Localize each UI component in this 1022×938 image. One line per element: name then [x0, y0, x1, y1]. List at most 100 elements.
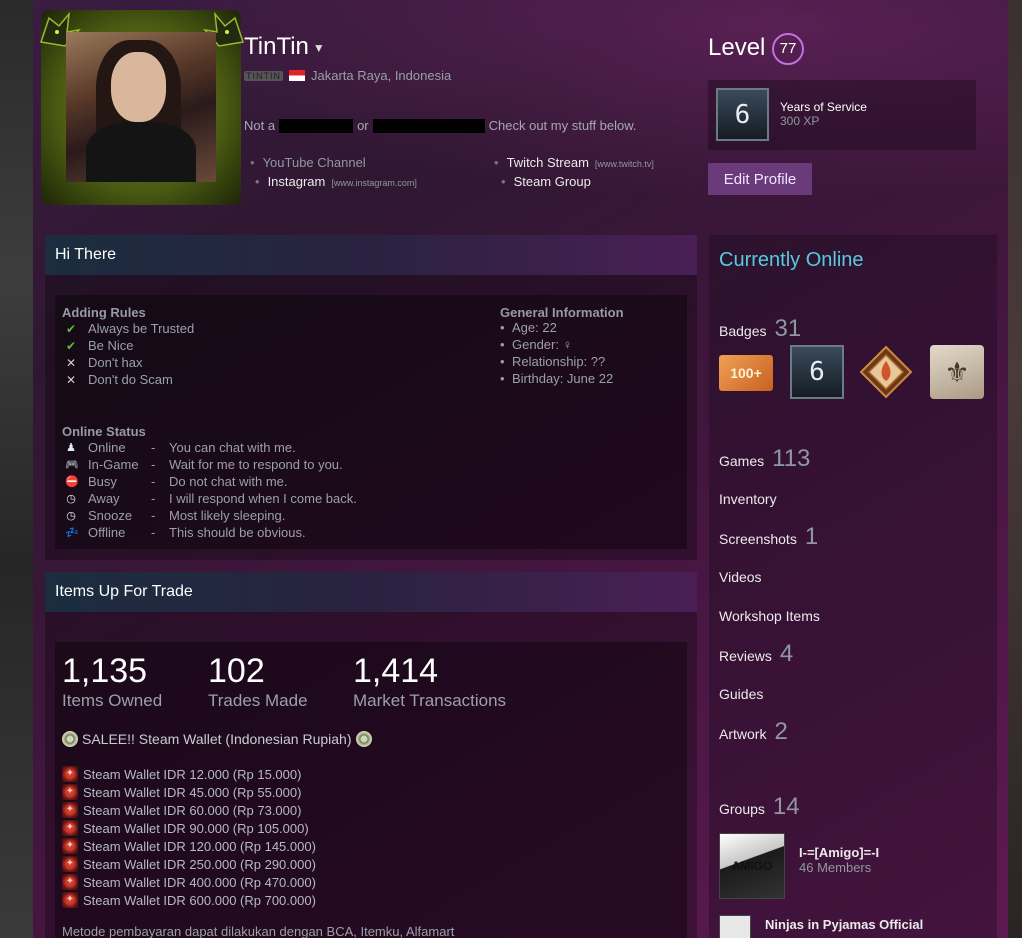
payment-methods: Metode pembayaran dapat dilakukan dengan…	[62, 924, 455, 938]
groups-link[interactable]: Groups 14	[719, 793, 800, 821]
rule-text: Don't do Scam	[88, 372, 173, 387]
bullet: •	[500, 337, 505, 352]
group-item[interactable]: Ninjas in Pyjamas Official	[719, 915, 923, 938]
gamepad-icon: 🎮	[65, 459, 79, 471]
stat-items-owned[interactable]: 1,135 Items Owned	[62, 652, 162, 711]
group-name[interactable]: I-=[Amigo]=-I	[799, 845, 879, 860]
wallet-item-text: Steam Wallet IDR 600.000 (Rp 700.000)	[83, 892, 316, 908]
chevron-down-icon[interactable]: ▼	[313, 41, 325, 55]
link-instagram[interactable]: • Instagram [www.instagram.com]	[255, 174, 417, 189]
diamond-badge-icon[interactable]	[859, 345, 913, 399]
status-desc: Most likely sleeping.	[169, 508, 286, 523]
info-text: Gender: ♀	[512, 337, 573, 352]
bullet: •	[494, 155, 499, 170]
info-item: • Gender: ♀	[500, 337, 624, 354]
stat-market-transactions[interactable]: 1,414 Market Transactions	[353, 652, 506, 711]
link-label[interactable]: Instagram	[268, 174, 326, 189]
info-text: Relationship: ??	[512, 354, 606, 369]
badge-100-plus-icon[interactable]: 100+	[719, 355, 773, 391]
group-item[interactable]: AMIGO I-=[Amigo]=-I 46 Members	[719, 833, 879, 899]
stat-trades-made[interactable]: 102 Trades Made	[208, 652, 308, 711]
wallet-emblem-icon: ✦	[62, 838, 78, 854]
coin-icon	[62, 731, 78, 747]
location: Jakarta Raya, Indonesia	[311, 68, 452, 83]
dash: -	[151, 440, 156, 455]
link-count: 14	[772, 793, 800, 820]
avatar-frame	[40, 10, 244, 205]
background-left	[0, 0, 33, 938]
rule-item: ✕ Don't do Scam	[62, 371, 194, 388]
status-desc: I will respond when I come back.	[169, 491, 357, 506]
dash: -	[151, 457, 156, 472]
link-count: 31	[774, 315, 802, 342]
list-item: ✦ Steam Wallet IDR 400.000 (Rp 470.000)	[62, 873, 316, 891]
guides-link[interactable]: Guides	[719, 686, 763, 702]
rule-item: ✕ Don't hax	[62, 354, 194, 371]
checkmark-icon: ✔	[65, 321, 77, 336]
link-label: Inventory	[719, 491, 777, 507]
persona-name[interactable]: TinTin ▼	[244, 33, 325, 61]
wallet-item-text: Steam Wallet IDR 400.000 (Rp 470.000)	[83, 874, 316, 890]
years-of-service-icon[interactable]: 6	[790, 345, 844, 399]
link-twitch[interactable]: • Twitch Stream [www.twitch.tv]	[494, 155, 654, 170]
featured-badge[interactable]: 6 Years of Service 300 XP	[708, 80, 976, 150]
sleep-icon: 💤	[65, 527, 79, 539]
link-count: 113	[772, 445, 811, 472]
status-item: ◷ Snooze - Most likely sleeping.	[62, 507, 357, 524]
status-name: In-Game	[88, 457, 139, 472]
wallet-item-text: Steam Wallet IDR 90.000 (Rp 105.000)	[83, 820, 309, 836]
status-desc: You can chat with me.	[169, 440, 296, 455]
group-avatar[interactable]: AMIGO	[719, 833, 785, 899]
list-item: ✦ Steam Wallet IDR 60.000 (Rp 73.000)	[62, 801, 316, 819]
inventory-link[interactable]: Inventory	[719, 491, 777, 507]
screenshots-link[interactable]: Screenshots 1	[719, 523, 818, 551]
link-label: Badges	[719, 323, 767, 339]
profile-sidebar: Currently Online Badges 31 100+ 6 ⚜ Game…	[709, 235, 997, 938]
showcase-title: Items Up For Trade	[45, 572, 697, 612]
status-desc: Do not chat with me.	[169, 474, 288, 489]
wallet-item-text: Steam Wallet IDR 45.000 (Rp 55.000)	[83, 784, 302, 800]
stat-value: 102	[208, 652, 265, 690]
stat-label: Items Owned	[62, 691, 163, 710]
link-youtube[interactable]: • YouTube Channel	[250, 155, 366, 170]
link-host: [www.instagram.com]	[331, 178, 417, 188]
busy-icon: ⛔	[65, 476, 79, 488]
showcase-content: 1,135 Items Owned 102 Trades Made 1,414 …	[55, 642, 687, 938]
group-name[interactable]: Ninjas in Pyjamas Official	[765, 917, 923, 932]
rule-text: Always be Trusted	[88, 321, 195, 336]
status-item: ◷ Away - I will respond when I come back.	[62, 490, 357, 507]
link-label: Groups	[719, 801, 765, 817]
sale-text: SALEE!! Steam Wallet (Indonesian Rupiah)	[82, 731, 352, 747]
games-link[interactable]: Games 113	[719, 445, 810, 473]
section-title: Online Status	[62, 424, 146, 439]
badges-link[interactable]: Badges 31	[719, 315, 801, 343]
link-count: 4	[779, 640, 794, 667]
fleur-de-lis-badge-icon[interactable]: ⚜	[930, 345, 984, 399]
link-label: Games	[719, 453, 765, 469]
summary-text: Check out my stuff below.	[488, 118, 637, 133]
link-label[interactable]: Steam Group	[514, 174, 591, 189]
wallet-item-text: Steam Wallet IDR 250.000 (Rp 290.000)	[83, 856, 316, 872]
avatar[interactable]	[66, 32, 216, 182]
videos-link[interactable]: Videos	[719, 569, 762, 585]
group-avatar[interactable]	[719, 915, 751, 938]
dash: -	[151, 525, 156, 540]
status-item: 🎮 In-Game - Wait for me to respond to you.	[62, 456, 357, 473]
profile-summary: Not a or Check out my stuff below.	[244, 118, 637, 133]
list-item: ✦ Steam Wallet IDR 12.000 (Rp 15.000)	[62, 765, 316, 783]
edit-profile-button[interactable]: Edit Profile	[708, 163, 812, 195]
reviews-link[interactable]: Reviews 4	[719, 640, 793, 668]
wallet-item-text: Steam Wallet IDR 12.000 (Rp 15.000)	[83, 766, 302, 782]
status-name: Online	[88, 440, 126, 455]
artwork-link[interactable]: Artwork 2	[719, 718, 788, 746]
cross-icon: ✕	[65, 372, 77, 387]
link-label[interactable]: Twitch Stream	[507, 155, 589, 170]
link-steam-group[interactable]: • Steam Group	[501, 174, 591, 189]
indonesia-flag-icon	[289, 70, 305, 81]
workshop-items-link[interactable]: Workshop Items	[719, 608, 820, 624]
link-label[interactable]: YouTube Channel	[263, 155, 366, 170]
coin-icon	[355, 731, 372, 747]
showcase-hi-there: Hi There Adding Rules ✔ Always be Trusted…	[45, 235, 697, 560]
status-name: Away	[88, 491, 120, 506]
wallet-list: ✦ Steam Wallet IDR 12.000 (Rp 15.000) ✦ St…	[62, 765, 316, 909]
